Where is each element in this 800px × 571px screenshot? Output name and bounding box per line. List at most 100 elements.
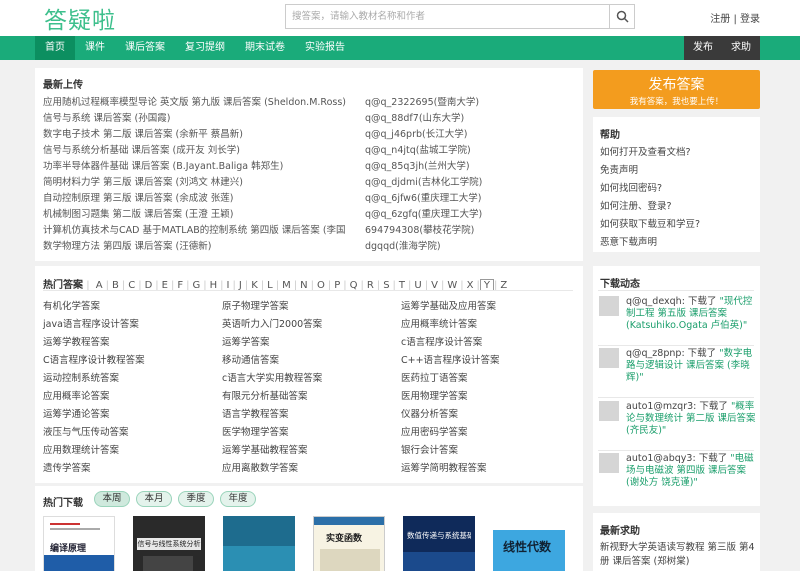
search-input[interactable] bbox=[286, 5, 606, 28]
hot-answer-link[interactable]: 应用密码学答案 bbox=[401, 424, 468, 438]
hot-answer-link[interactable]: 运筹学答案 bbox=[222, 334, 270, 348]
hot-answer-link[interactable]: 运筹学教程答案 bbox=[43, 334, 110, 348]
upload-book-link[interactable]: 信号与系统分析基础 课后答案 (成开友 刘长学) bbox=[43, 142, 240, 156]
nav-answers[interactable]: 课后答案 bbox=[118, 36, 172, 60]
download-feed-item: auto1@mzqr3: 下载了 "概率论与数理统计 第二版 课后答案 (齐民友… bbox=[599, 401, 759, 447]
hot-answer-link[interactable]: 应用数理统计答案 bbox=[43, 442, 119, 456]
hot-answer-link[interactable]: 医药拉丁语答案 bbox=[401, 370, 468, 384]
hot-answer-link[interactable]: 移动通信答案 bbox=[222, 352, 279, 366]
upload-user[interactable]: q@q_djdmi(吉林化工学院) bbox=[365, 174, 482, 188]
search-icon bbox=[616, 10, 629, 23]
upload-user[interactable]: q@q_88df7(山东大学) bbox=[365, 110, 464, 124]
hot-answer-link[interactable]: c语言大学实用教程答案 bbox=[222, 370, 322, 384]
hot-answer-link[interactable]: C++语言程序设计答案 bbox=[401, 352, 500, 366]
register-link[interactable]: 注册 bbox=[710, 14, 730, 25]
hot-answer-link[interactable]: 应用离散数学答案 bbox=[222, 460, 298, 474]
divider bbox=[598, 290, 754, 291]
book-title: 编译原理 bbox=[50, 544, 87, 554]
auth-separator: | bbox=[733, 14, 737, 25]
feed-verb: 下载了 bbox=[687, 348, 717, 359]
tab-month[interactable]: 本月 bbox=[136, 491, 172, 507]
hot-answer-link[interactable]: 运筹学基础及应用答案 bbox=[401, 298, 496, 312]
help-link[interactable]: 如何找回密码? bbox=[600, 180, 662, 194]
book-title: 数值传递与系统基础 bbox=[407, 531, 471, 540]
hot-answer-link[interactable]: 仪器分析答案 bbox=[401, 406, 458, 420]
hot-answer-link[interactable]: 银行会计答案 bbox=[401, 442, 458, 456]
hot-answer-link[interactable]: 运筹学基础教程答案 bbox=[222, 442, 308, 456]
help-requests-title: 最新求助 bbox=[600, 526, 640, 537]
upload-book-link[interactable]: 自动控制原理 第三版 课后答案 (余成波 张莲) bbox=[43, 190, 234, 204]
hot-answer-link[interactable]: 遗传学答案 bbox=[43, 460, 91, 474]
site-logo[interactable]: 答疑啦 bbox=[44, 1, 116, 35]
hot-answer-link[interactable]: C语言程序设计教程答案 bbox=[43, 352, 145, 366]
nav-courseware[interactable]: 课件 bbox=[78, 36, 112, 60]
hot-answer-link[interactable]: 医学物理学答案 bbox=[222, 424, 289, 438]
book-cover[interactable] bbox=[223, 516, 295, 571]
upload-book-link[interactable]: 机械制图习题集 第二版 课后答案 (王澄 王颖) bbox=[43, 206, 234, 220]
upload-user[interactable]: dgqqd(淮海学院) bbox=[365, 238, 441, 252]
nav-outline[interactable]: 复习提纲 bbox=[178, 36, 232, 60]
help-link[interactable]: 如何打开及查看文档? bbox=[600, 144, 691, 158]
hot-answer-link[interactable]: 运筹学通论答案 bbox=[43, 406, 110, 420]
tab-quarter[interactable]: 季度 bbox=[178, 491, 214, 507]
upload-book-link[interactable]: 功率半导体器件基础 课后答案 (B.Jayant.Baliga 韩郑生) bbox=[43, 158, 283, 172]
upload-book-link[interactable]: 数学物理方法 第四版 课后答案 (汪德新) bbox=[43, 238, 211, 252]
hot-answer-link[interactable]: 有机化学答案 bbox=[43, 298, 100, 312]
upload-book-link[interactable]: 信号与系统 课后答案 (孙国霞) bbox=[43, 110, 170, 124]
upload-user[interactable]: q@q_j46prb(长江大学) bbox=[365, 126, 467, 140]
upload-user[interactable]: q@q_2322695(暨南大学) bbox=[365, 94, 479, 108]
book-cover[interactable]: 数值传递与系统基础 bbox=[403, 516, 475, 571]
feed-user[interactable]: q@q_dexqh bbox=[626, 296, 682, 307]
upload-book-link[interactable]: 简明材料力学 第三版 课后答案 (刘鸿文 林建兴) bbox=[43, 174, 243, 188]
main-nav: 首页 课件 课后答案 复习提纲 期末试卷 实验报告 发布 求助 bbox=[0, 36, 800, 60]
nav-home[interactable]: 首页 bbox=[35, 36, 75, 60]
upload-user[interactable]: q@q_6jfw6(重庆理工大学) bbox=[365, 190, 481, 204]
upload-user[interactable]: q@q_85q3jh(兰州大学) bbox=[365, 158, 470, 172]
hot-answer-link[interactable]: 应用概率论答案 bbox=[43, 388, 110, 402]
nav-publish[interactable]: 发布 bbox=[684, 36, 722, 60]
upload-user[interactable]: q@q_6zgfq(重庆理工大学) bbox=[365, 206, 482, 220]
header: 答疑啦 注册 | 登录 bbox=[0, 0, 800, 36]
feed-user[interactable]: q@q_z8pnp bbox=[626, 348, 681, 359]
search-button[interactable] bbox=[609, 5, 634, 28]
hot-answer-link[interactable]: 运筹学简明教程答案 bbox=[401, 460, 487, 474]
hot-downloads-title: 热门下载 bbox=[43, 498, 83, 509]
publish-answer-button[interactable]: 发布答案 我有答案，我也要上传！ bbox=[593, 70, 760, 109]
hot-answer-link[interactable]: 应用概率统计答案 bbox=[401, 316, 477, 330]
help-link[interactable]: 免责声明 bbox=[600, 162, 638, 176]
upload-user[interactable]: 694794308(攀枝花学院) bbox=[365, 222, 474, 236]
hot-answer-link[interactable]: 运动控制系统答案 bbox=[43, 370, 119, 384]
upload-book-link[interactable]: 计算机仿真技术与CAD 基于MATLAB的控制系统 第四版 课后答案 (李国 bbox=[43, 222, 346, 236]
hot-answer-link[interactable]: c语言程序设计答案 bbox=[401, 334, 482, 348]
hot-answer-link[interactable]: 液压与气压传动答案 bbox=[43, 424, 129, 438]
help-link[interactable]: 如何注册、登录? bbox=[600, 198, 672, 212]
publish-subtitle: 我有答案，我也要上传！ bbox=[629, 97, 724, 107]
download-feed-text: q@q_z8pnp: 下载了 "数字电路与逻辑设计 课后答案 (李晓辉)" bbox=[626, 348, 753, 383]
tab-week[interactable]: 本周 bbox=[94, 491, 130, 507]
tab-year[interactable]: 年度 bbox=[220, 491, 256, 507]
upload-user[interactable]: q@q_n4jtq(盐城工学院) bbox=[365, 142, 471, 156]
book-cover[interactable]: 实变函数 bbox=[313, 516, 385, 571]
feed-user[interactable]: auto1@abqy3 bbox=[626, 453, 692, 464]
hot-answer-link[interactable]: 原子物理学答案 bbox=[222, 298, 289, 312]
book-cover[interactable]: 信号与线性系统分析 bbox=[133, 516, 205, 571]
login-link[interactable]: 登录 bbox=[740, 14, 760, 25]
nav-lab-reports[interactable]: 实验报告 bbox=[298, 36, 352, 60]
book-title: 实变函数 bbox=[326, 534, 363, 544]
upload-book-link[interactable]: 数字电子技术 第二版 课后答案 (余新平 蔡昌新) bbox=[43, 126, 243, 140]
help-link[interactable]: 恶意下载声明 bbox=[600, 234, 657, 248]
hot-answer-link[interactable]: 有限元分析基础答案 bbox=[222, 388, 308, 402]
hot-answer-link[interactable]: 医用物理学答案 bbox=[401, 388, 468, 402]
hot-answer-link[interactable]: 语言学教程答案 bbox=[222, 406, 289, 420]
search-box bbox=[285, 4, 635, 29]
help-link[interactable]: 如何获取下载豆和学豆? bbox=[600, 216, 700, 230]
book-cover[interactable]: 编译原理 bbox=[43, 516, 115, 571]
nav-exams[interactable]: 期末试卷 bbox=[238, 36, 292, 60]
feed-user[interactable]: auto1@mzqr3 bbox=[626, 401, 693, 412]
help-request-item[interactable]: 新视野大学英语读写教程 第三版 第4册 课后答案 (郑树棠) bbox=[600, 541, 755, 569]
book-cover[interactable]: 线性代数 bbox=[493, 516, 565, 571]
hot-answer-link[interactable]: java语言程序设计答案 bbox=[43, 316, 139, 330]
nav-help-request[interactable]: 求助 bbox=[722, 36, 760, 60]
upload-book-link[interactable]: 应用随机过程概率模型导论 英文版 第九版 课后答案 (Sheldon.M.Ros… bbox=[43, 94, 346, 108]
hot-answer-link[interactable]: 英语听力入门2000答案 bbox=[222, 316, 322, 330]
